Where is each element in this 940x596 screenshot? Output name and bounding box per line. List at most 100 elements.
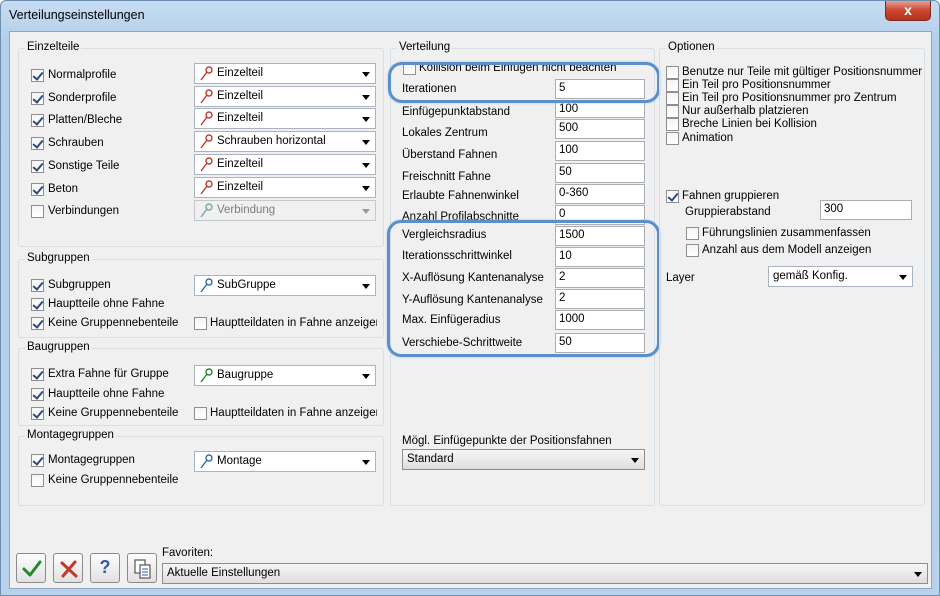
cross-icon (60, 560, 78, 578)
chevron-down-icon (362, 95, 370, 100)
verteilung-title: Verteilung (397, 41, 453, 53)
chevron-down-icon (362, 140, 370, 145)
breche-linien-checkbox[interactable] (666, 118, 679, 131)
ueberstand-fahnen-input[interactable]: 100 (555, 141, 645, 161)
verbindungen-checkbox[interactable] (31, 205, 44, 218)
einzelteil-icon (200, 111, 213, 126)
montagegruppen-checkbox[interactable] (31, 454, 44, 467)
chevron-down-icon (631, 458, 639, 463)
baugruppen-dropdown[interactable]: Baugruppe (194, 365, 376, 386)
einzelteil-icon (200, 134, 213, 149)
montage-icon (200, 454, 213, 469)
bau-hauptteildaten-label: Hauptteildaten in Fahne anzeigen (210, 407, 377, 419)
sonderprofile-label: Sonderprofile (48, 92, 117, 104)
extra-fahne-checkbox[interactable] (31, 368, 44, 381)
subgruppen-checkbox[interactable] (31, 279, 44, 292)
freischnitt-fahne-label: Freischnitt Fahne (402, 171, 491, 183)
beton-label: Beton (48, 183, 79, 195)
einfuegepunktabstand-input[interactable]: 100 (555, 102, 645, 118)
chevron-down-icon (362, 284, 370, 289)
anzahl-modell-checkbox[interactable] (686, 244, 699, 257)
animation-checkbox[interactable] (666, 132, 679, 145)
normalprofile-dropdown[interactable]: Einzelteil (194, 63, 376, 84)
chevron-down-icon (362, 209, 370, 214)
anzahl-modell-label: Anzahl aus dem Modell anzeigen (702, 244, 872, 256)
ein-teil-posnr-checkbox[interactable] (666, 79, 679, 92)
copy-button[interactable] (127, 553, 157, 583)
sub-hauptteildaten-label: Hauptteildaten in Fahne anzeigen (210, 317, 377, 329)
subgruppe-icon (200, 278, 213, 293)
einfuegepunkte-label: Mögl. Einfügepunkte der Positionsfahnen (402, 435, 612, 447)
platten-label: Platten/Bleche (48, 114, 123, 126)
cancel-button[interactable] (53, 553, 83, 583)
breche-linien-label: Breche Linien bei Kollision (682, 118, 817, 130)
fahnen-gruppieren-label: Fahnen gruppieren (682, 190, 780, 202)
bau-hauptteile-checkbox[interactable] (31, 388, 44, 401)
chevron-down-icon (362, 117, 370, 122)
check-icon (22, 560, 42, 577)
fahnenwinkel-label: Erlaubte Fahnenwinkel (402, 190, 519, 202)
fahnen-gruppieren-checkbox[interactable] (666, 190, 679, 203)
platten-checkbox[interactable] (31, 114, 44, 127)
einzelteil-icon (200, 180, 213, 195)
ein-teil-zentrum-checkbox[interactable] (666, 92, 679, 105)
gruppierabstand-input[interactable]: 300 (820, 200, 912, 220)
subgruppen-dropdown[interactable]: SubGruppe (194, 275, 376, 296)
animation-label: Animation (682, 132, 734, 144)
sonstige-teile-label: Sonstige Teile (48, 160, 120, 172)
bau-hauptteildaten-checkbox[interactable] (194, 407, 207, 420)
sonstige-teile-checkbox[interactable] (31, 160, 44, 173)
favoriten-dropdown[interactable]: Aktuelle Einstellungen (162, 563, 928, 584)
gueltige-posnr-checkbox[interactable] (666, 66, 679, 79)
lokales-zentrum-input[interactable]: 500 (555, 119, 645, 139)
schrauben-checkbox[interactable] (31, 137, 44, 150)
ok-button[interactable] (16, 553, 46, 583)
verbindung-icon (200, 203, 213, 218)
bau-keine-checkbox[interactable] (31, 407, 44, 420)
montage-dropdown[interactable]: Montage (194, 451, 376, 472)
chevron-down-icon (362, 186, 370, 191)
fuehrungslinien-checkbox[interactable] (686, 227, 699, 240)
sonderprofile-dropdown[interactable]: Einzelteil (194, 86, 376, 107)
subgruppen-group: Subgruppen Subgruppen SubGruppe Haupttei… (18, 252, 384, 338)
ein-teil-zentrum-label: Ein Teil pro Positionsnummer pro Zentrum (682, 92, 897, 104)
platten-dropdown[interactable]: Einzelteil (194, 108, 376, 129)
einzelteile-group: Einzelteile Normalprofile Einzelteil Son… (18, 41, 384, 247)
normalprofile-checkbox[interactable] (31, 69, 44, 82)
subgruppen-title: Subgruppen (25, 252, 92, 264)
schrauben-label: Schrauben (48, 137, 104, 149)
sub-hauptteile-checkbox[interactable] (31, 298, 44, 311)
fahnenwinkel-input[interactable]: 0-360 (555, 184, 645, 204)
einfuegepunktabstand-label: Einfügepunktabstand (402, 106, 511, 118)
ein-teil-posnr-label: Ein Teil pro Positionsnummer (682, 79, 831, 91)
nur-ausserhalb-checkbox[interactable] (666, 105, 679, 118)
beton-dropdown[interactable]: Einzelteil (194, 177, 376, 198)
window-title: Verteilungseinstellungen (9, 8, 145, 22)
close-button[interactable]: x (885, 1, 931, 21)
iterationen-highlight (388, 62, 660, 103)
montagegruppen-label: Montagegruppen (48, 454, 135, 466)
verbindungen-dropdown: Verbindung (194, 200, 376, 221)
einfuegepunkte-dropdown[interactable]: Standard (402, 449, 645, 470)
gueltige-posnr-label: Benutze nur Teile mit gültiger Positions… (682, 66, 923, 78)
layer-dropdown[interactable]: gemäß Konfig. (768, 266, 913, 287)
help-button[interactable]: ? (90, 553, 120, 583)
advanced-fields-highlight (387, 220, 660, 357)
bau-keine-label: Keine Gruppennebenteile (48, 407, 179, 419)
freischnitt-fahne-input[interactable]: 50 (555, 163, 645, 183)
einzelteil-icon (200, 66, 213, 81)
favoriten-label: Favoriten: (162, 547, 214, 559)
extra-fahne-label: Extra Fahne für Gruppe (48, 368, 169, 380)
beton-checkbox[interactable] (31, 183, 44, 196)
title-bar[interactable]: Verteilungseinstellungen x (1, 1, 939, 31)
schrauben-dropdown[interactable]: Schrauben horizontal (194, 131, 376, 152)
dialog-window: Verteilungseinstellungen x Einzelteile N… (0, 0, 940, 596)
lokales-zentrum-label: Lokales Zentrum (402, 127, 488, 139)
sonderprofile-checkbox[interactable] (31, 92, 44, 105)
sub-hauptteildaten-checkbox[interactable] (194, 317, 207, 330)
einzelteile-title: Einzelteile (25, 41, 82, 53)
sub-keine-checkbox[interactable] (31, 317, 44, 330)
montage-keine-checkbox[interactable] (31, 474, 44, 487)
montagegruppen-title: Montagegruppen (25, 429, 116, 441)
sonstige-teile-dropdown[interactable]: Einzelteil (194, 154, 376, 175)
